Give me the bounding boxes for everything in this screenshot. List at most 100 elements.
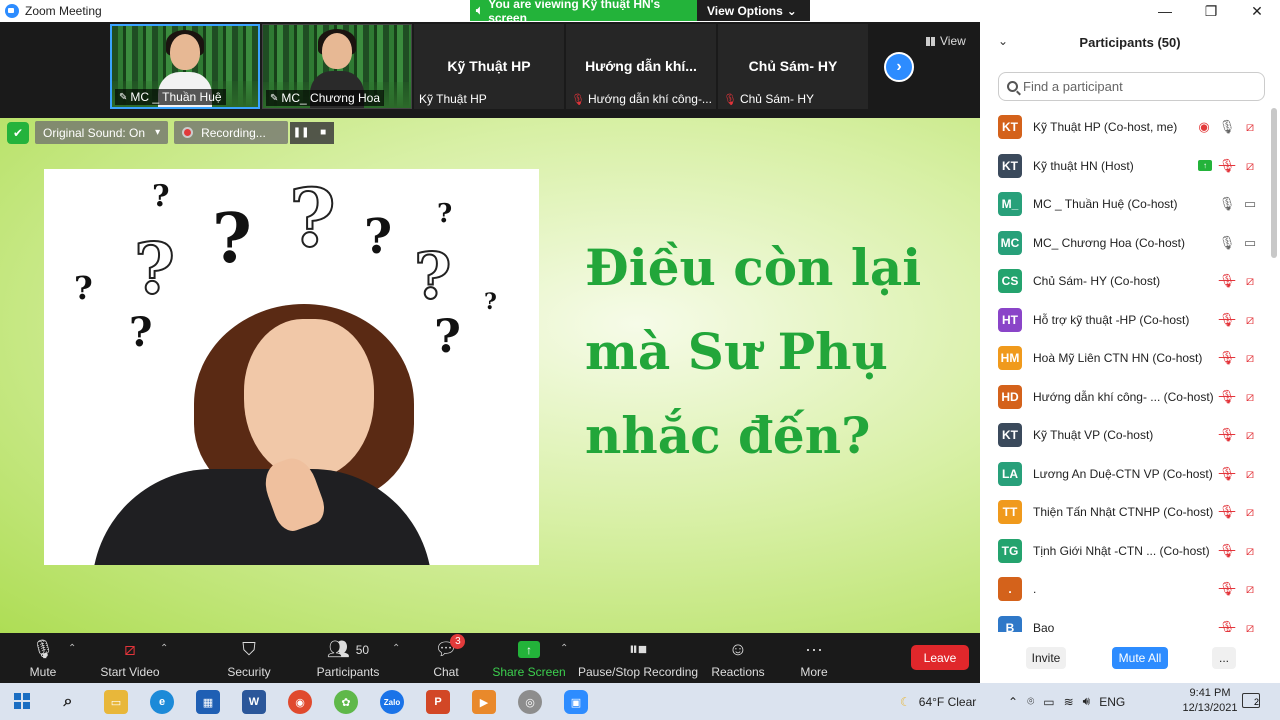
network-icon[interactable]: ▭ xyxy=(1043,695,1054,709)
video-off-icon[interactable]: ⧄ xyxy=(1242,504,1258,520)
reactions-button[interactable]: ☺︎ Reactions xyxy=(711,633,764,683)
file-explorer-icon[interactable]: ▭ xyxy=(104,690,128,714)
video-off-icon[interactable]: ⧄ xyxy=(1242,466,1258,482)
edge-browser-icon[interactable]: e xyxy=(150,690,174,714)
video-off-icon[interactable]: ⧄ xyxy=(1242,543,1258,559)
video-off-icon[interactable]: ⧄ xyxy=(1242,581,1258,597)
clock[interactable]: 9:41 PM 12/13/2021 xyxy=(1180,686,1240,716)
video-off-icon[interactable]: ⧄ xyxy=(1242,389,1258,405)
mic-muted-icon[interactable]: 🎙︎ xyxy=(1219,350,1236,366)
participant-row[interactable]: KT Kỹ Thuật VP (Co-host) 🎙︎ ⧄ xyxy=(980,416,1280,455)
mic-muted-icon[interactable]: 🎙︎ xyxy=(1219,581,1236,597)
participants-button[interactable]: 👥︎ 50 Participants xyxy=(316,633,380,683)
invite-button[interactable]: Invite xyxy=(1026,647,1066,669)
zalo-icon[interactable]: Zalo xyxy=(380,690,404,714)
video-icon[interactable]: ▭ xyxy=(1242,235,1258,251)
participant-row[interactable]: HM Hoà Mỹ Liên CTN HN (Co-host) 🎙︎ ⧄ xyxy=(980,339,1280,378)
participant-row[interactable]: CS Chủ Sám- HY (Co-host) 🎙︎ ⧄ xyxy=(980,262,1280,301)
video-icon[interactable]: ▭ xyxy=(1242,196,1258,212)
participant-row[interactable]: KT Kỹ thuật HN (Host) ↑ 🎙︎ ⧄ xyxy=(980,147,1280,186)
mic-muted-icon[interactable]: 🎙︎ xyxy=(1219,312,1236,328)
word-icon[interactable]: W xyxy=(242,690,266,714)
participant-row[interactable]: TG Tịnh Giới Nhật -CTN ... (Co-host) 🎙︎ ⧄ xyxy=(980,532,1280,571)
video-off-icon[interactable]: ⧄ xyxy=(1242,273,1258,289)
leave-button[interactable]: Leave xyxy=(911,645,969,670)
more-button[interactable]: ··· More xyxy=(796,633,832,683)
weather-widget[interactable]: ☾ 64°F Clear xyxy=(900,683,976,720)
pause-recording-button[interactable]: ❚❚ xyxy=(290,121,313,144)
chrome-icon[interactable]: ◉ xyxy=(288,690,312,714)
original-sound-toggle[interactable]: Original Sound: On ▾ xyxy=(35,121,169,144)
chevron-down-icon[interactable]: ▾ xyxy=(155,127,160,138)
start-video-button[interactable]: ⧄ Start Video xyxy=(98,633,162,683)
video-off-icon[interactable]: ⧄ xyxy=(1242,350,1258,366)
chevron-up-icon[interactable]: ⌃ xyxy=(392,643,400,654)
video-tile-thuan-hue[interactable]: ✎ MC _ Thuần Huệ xyxy=(110,24,260,109)
stop-recording-button[interactable]: ■ xyxy=(312,121,335,144)
mute-all-button[interactable]: Mute All xyxy=(1112,647,1168,669)
security-button[interactable]: ⛉ Security xyxy=(222,633,276,683)
video-tile-chuong-hoa[interactable]: ✎ MC_ Chương Hoa xyxy=(262,24,412,109)
close-button[interactable]: ✕ xyxy=(1234,0,1280,22)
mic-muted-icon[interactable]: 🎙︎ xyxy=(1219,620,1236,632)
security-shield-icon[interactable]: ✔ xyxy=(7,121,29,144)
participant-row[interactable]: TT Thiện Tấn Nhật CTNHP (Co-host) 🎙︎ ⧄ xyxy=(980,493,1280,532)
video-tile-ky-thuat-hp[interactable]: Kỹ Thuật HP Kỹ Thuật HP xyxy=(414,24,564,109)
video-off-icon[interactable]: ⧄ xyxy=(1242,427,1258,443)
chevron-up-icon[interactable]: ⌃ xyxy=(68,643,76,654)
mic-muted-icon[interactable]: 🎙︎ xyxy=(1219,427,1236,443)
mic-muted-icon[interactable]: 🎙︎ xyxy=(1219,466,1236,482)
language-indicator[interactable]: ENG xyxy=(1099,695,1125,709)
store-icon[interactable]: ▦ xyxy=(196,690,220,714)
participant-row[interactable]: M_ MC _ Thuần Huệ (Co-host) 🎙︎ ▭ xyxy=(980,185,1280,224)
zoom-taskbar-icon[interactable]: ▣ xyxy=(564,690,588,714)
search-icon[interactable]: ⌕ xyxy=(56,690,80,714)
video-tile-chu-sam[interactable]: Chủ Sám- HY 🎙︎ Chủ Sám- HY xyxy=(718,24,868,109)
view-options-button[interactable]: View Options ⌄ xyxy=(697,0,810,21)
participant-row[interactable]: B Bao 🎙︎ ⧄ xyxy=(980,609,1280,632)
scrollbar[interactable] xyxy=(1271,108,1277,258)
participant-row[interactable]: KT Kỹ Thuật HP (Co-host, me) ◉ 🎙︎ ⧄ xyxy=(980,108,1280,147)
share-screen-button[interactable]: ↑ Share Screen xyxy=(492,633,566,683)
panel-more-button[interactable]: ... xyxy=(1212,647,1236,669)
video-off-icon[interactable]: ⧄ xyxy=(1242,158,1258,174)
view-button[interactable]: View xyxy=(926,34,966,48)
participant-search[interactable] xyxy=(998,72,1265,101)
mic-muted-icon[interactable]: 🎙︎ xyxy=(1219,504,1236,520)
mic-muted-icon[interactable]: 🎙︎ xyxy=(1219,158,1236,174)
windows-start-icon[interactable] xyxy=(14,693,30,709)
coccoc-icon[interactable]: ✿ xyxy=(334,690,358,714)
mic-icon[interactable]: 🎙︎ xyxy=(1219,235,1236,251)
participant-row[interactable]: MC MC_ Chương Hoa (Co-host) 🎙︎ ▭ xyxy=(980,224,1280,263)
maximize-button[interactable]: ❐ xyxy=(1188,0,1234,22)
notification-icon[interactable]: 2 xyxy=(1242,693,1260,708)
mic-muted-icon[interactable]: 🎙︎ xyxy=(1219,543,1236,559)
next-page-arrow-icon[interactable]: › xyxy=(884,52,914,82)
chat-button[interactable]: 💬︎ 3 Chat xyxy=(426,633,466,683)
disc-icon[interactable]: ◎ xyxy=(518,690,542,714)
mic-icon[interactable]: 🎙︎ xyxy=(1219,196,1236,212)
video-tile-huong-dan[interactable]: Hướng dẫn khí... 🎙︎ Hướng dẫn khí công-.… xyxy=(566,24,716,109)
participant-row[interactable]: .. 🎙︎ ⧄ xyxy=(980,570,1280,609)
media-player-icon[interactable]: ▶ xyxy=(472,690,496,714)
mute-button[interactable]: 🎙︎ Mute xyxy=(18,633,68,683)
participant-row[interactable]: HD Hướng dẫn khí công- ... (Co-host) 🎙︎ ⧄ xyxy=(980,378,1280,417)
video-off-icon[interactable]: ⧄ xyxy=(1242,312,1258,328)
volume-icon[interactable]: 🔊︎ xyxy=(1083,694,1091,709)
participant-row[interactable]: HT Hỗ trợ kỹ thuật -HP (Co-host) 🎙︎ ⧄ xyxy=(980,301,1280,340)
powerpoint-icon[interactable]: P xyxy=(426,690,450,714)
minimize-button[interactable]: — xyxy=(1142,0,1188,22)
chevron-up-icon[interactable]: ⌃ xyxy=(560,643,568,654)
participant-row[interactable]: LA Lương An Duệ-CTN VP (Co-host) 🎙︎ ⧄ xyxy=(980,455,1280,494)
pause-stop-recording-button[interactable]: ⏸︎⏹︎ Pause/Stop Recording xyxy=(578,633,698,683)
mic-muted-icon[interactable]: 🎙︎ xyxy=(1219,389,1236,405)
video-off-icon[interactable]: ⧄ xyxy=(1242,119,1258,135)
chevron-up-icon[interactable]: ⌃ xyxy=(1008,695,1018,709)
wifi-icon[interactable]: ≋ xyxy=(1064,695,1074,709)
video-off-icon[interactable]: ⧄ xyxy=(1242,620,1258,632)
participant-search-input[interactable] xyxy=(1023,79,1253,94)
chevron-up-icon[interactable]: ⌃ xyxy=(160,643,168,654)
mic-icon[interactable]: 🎙︎ xyxy=(1219,119,1236,135)
camera-tray-icon[interactable]: ⌾ xyxy=(1027,694,1034,709)
mic-muted-icon[interactable]: 🎙︎ xyxy=(1219,273,1236,289)
